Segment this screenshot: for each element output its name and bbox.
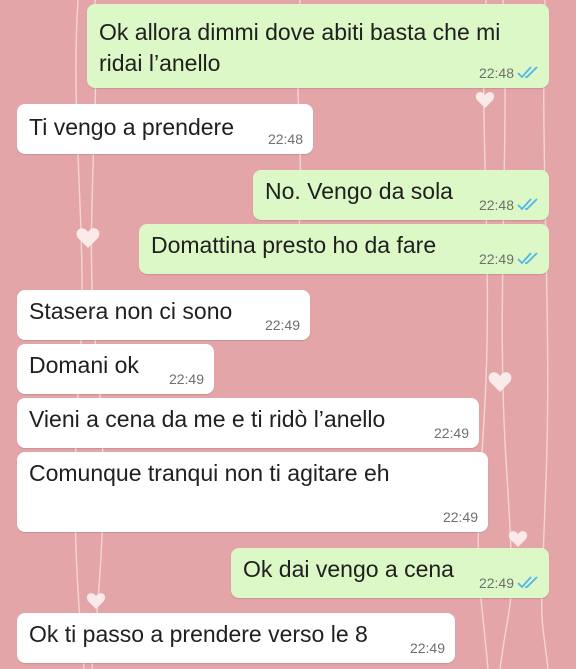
message-text: Ok ti passo a prendere verso le 8 — [29, 621, 368, 647]
message-time: 22:49 — [433, 425, 469, 441]
double-check-read-icon — [517, 576, 539, 590]
message-time: 22:49 — [264, 317, 300, 333]
message-text: No. Vengo da sola — [265, 178, 453, 204]
message-bubble-incoming[interactable]: Comunque tranqui non ti agitare eh 22:49 — [17, 452, 488, 532]
message-time: 22:49 — [478, 251, 514, 267]
message-text: Ok allora dimmi dove abiti basta che mi … — [99, 17, 500, 79]
double-check-read-icon — [517, 198, 539, 212]
message-bubble-outgoing[interactable]: Ok allora dimmi dove abiti basta che mi … — [87, 4, 549, 88]
message-text: Comunque tranqui non ti agitare eh — [29, 460, 390, 486]
message-meta: 22:49 — [265, 316, 300, 334]
message-time: 22:48 — [478, 197, 514, 213]
message-text: Vieni a cena da me e ti ridò l’anello — [29, 406, 386, 432]
message-meta: 22:48 — [268, 130, 303, 148]
message-bubble-incoming[interactable]: Vieni a cena da me e ti ridò l’anello 22… — [17, 398, 479, 448]
message-list[interactable]: Ok allora dimmi dove abiti basta che mi … — [0, 0, 576, 669]
double-check-read-icon — [517, 252, 539, 266]
message-bubble-outgoing[interactable]: No. Vengo da sola 22:48 — [253, 170, 549, 220]
message-time: 22:49 — [442, 509, 478, 525]
message-bubble-incoming[interactable]: Stasera non ci sono 22:49 — [17, 290, 310, 340]
message-meta: 22:48 — [479, 64, 539, 82]
message-text: Ti vengo a prendere — [29, 114, 235, 140]
message-line: Ok allora dimmi dove abiti basta che mi — [99, 19, 501, 45]
message-meta: 22:49 — [479, 250, 539, 268]
message-text: Domani ok — [29, 352, 139, 378]
message-text: Stasera non ci sono — [29, 298, 233, 324]
message-time: 22:49 — [168, 371, 204, 387]
message-bubble-incoming[interactable]: Domani ok 22:49 — [17, 344, 214, 394]
message-bubble-outgoing[interactable]: Ok dai vengo a cena 22:49 — [231, 548, 549, 598]
message-text: Ok dai vengo a cena — [243, 556, 454, 582]
message-bubble-outgoing[interactable]: Domattina presto ho da fare 22:49 — [139, 224, 549, 274]
message-meta: 22:48 — [479, 196, 539, 214]
double-check-read-icon — [517, 66, 539, 80]
message-meta: 22:49 — [443, 508, 478, 526]
message-text: Domattina presto ho da fare — [151, 232, 437, 258]
message-time: 22:49 — [409, 640, 445, 656]
message-bubble-incoming[interactable]: Ti vengo a prendere 22:48 — [17, 104, 313, 154]
message-line: ridai l’anello — [99, 50, 221, 76]
message-meta: 22:49 — [434, 424, 469, 442]
message-time: 22:48 — [267, 131, 303, 147]
message-bubble-incoming[interactable]: Ok ti passo a prendere verso le 8 22:49 — [17, 613, 455, 663]
message-meta: 22:49 — [479, 574, 539, 592]
message-time: 22:48 — [478, 65, 514, 81]
message-meta: 22:49 — [410, 639, 445, 657]
message-meta: 22:49 — [169, 370, 204, 388]
message-time: 22:49 — [478, 575, 514, 591]
